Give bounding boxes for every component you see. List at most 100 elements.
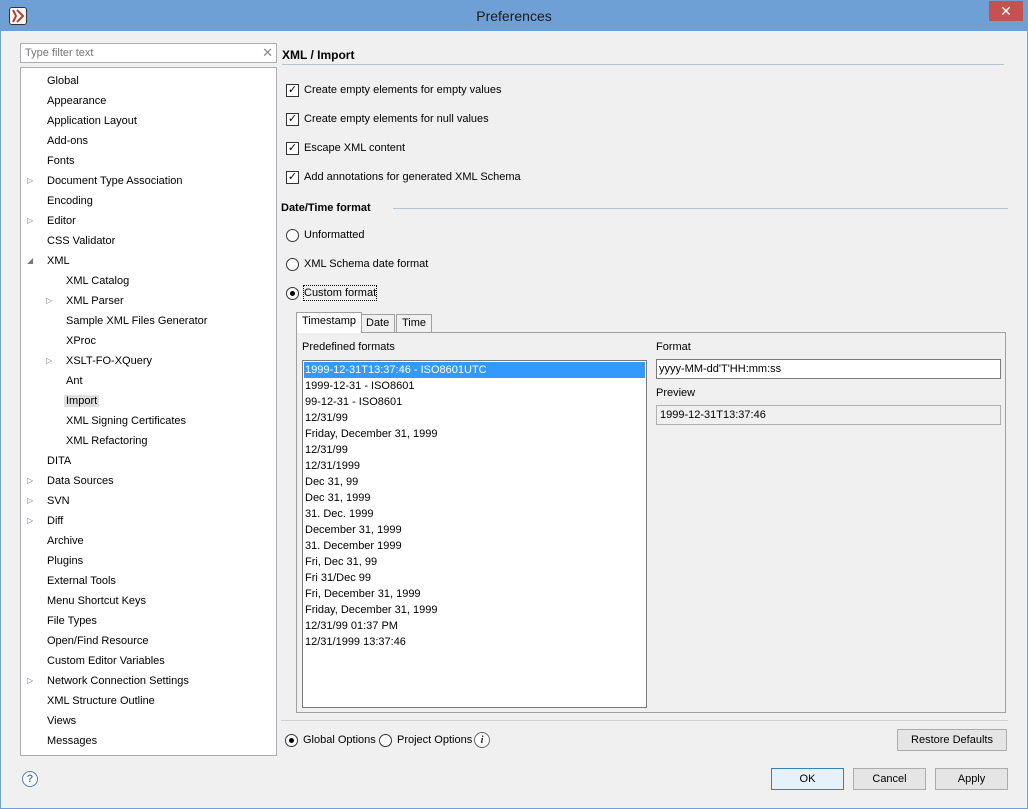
- list-item[interactable]: Dec 31, 99: [304, 474, 645, 490]
- tree-item[interactable]: Ant: [64, 372, 85, 390]
- collapsed-arrow-icon[interactable]: ▷: [27, 172, 33, 190]
- apply-button[interactable]: Apply: [935, 768, 1008, 790]
- info-icon[interactable]: i: [474, 732, 490, 748]
- ok-button[interactable]: OK: [771, 768, 844, 790]
- tree-item[interactable]: CSS Validator: [45, 232, 117, 250]
- list-item[interactable]: Fri, Dec 31, 99: [304, 554, 645, 570]
- tree-item-label: XSLT-FO-XQuery: [66, 355, 152, 367]
- list-item[interactable]: 99-12-31 - ISO8601: [304, 394, 645, 410]
- filter-box[interactable]: ✕: [20, 43, 277, 63]
- title-bar[interactable]: Preferences ✕: [1, 1, 1027, 31]
- tree-item[interactable]: Editor ▷: [27, 212, 78, 230]
- tree-item[interactable]: Sample XML Files Generator: [64, 312, 209, 330]
- tree-item[interactable]: File Types: [45, 612, 99, 630]
- tree-item-label: Network Connection Settings: [47, 675, 189, 687]
- list-item[interactable]: 12/31/99: [304, 442, 645, 458]
- tree-item[interactable]: Appearance: [45, 92, 108, 110]
- checkbox[interactable]: ✓: [286, 171, 299, 184]
- list-item[interactable]: 31. December 1999: [304, 538, 645, 554]
- predefined-formats-list[interactable]: 1999-12-31T13:37:46 - ISO8601UTC 1999-12-…: [302, 360, 647, 708]
- tree-item[interactable]: Views: [45, 712, 78, 730]
- format-field[interactable]: [656, 359, 1001, 379]
- collapsed-arrow-icon[interactable]: ▷: [27, 472, 33, 490]
- format-input[interactable]: [657, 360, 1000, 378]
- tree-item[interactable]: Encoding: [45, 192, 95, 210]
- tree-item[interactable]: External Tools: [45, 572, 118, 590]
- tree-item[interactable]: Diff ▷: [27, 512, 65, 530]
- tree-item[interactable]: DITA: [45, 452, 73, 470]
- radio-button[interactable]: [286, 229, 299, 242]
- filter-input[interactable]: [23, 45, 253, 61]
- tree-item[interactable]: XML Structure Outline: [45, 692, 157, 710]
- tree-item[interactable]: XML Signing Certificates: [64, 412, 188, 430]
- tree-item[interactable]: Archive: [45, 532, 86, 550]
- list-item[interactable]: 12/31/99 01:37 PM: [304, 618, 645, 634]
- collapsed-arrow-icon[interactable]: ▷: [27, 672, 33, 690]
- help-icon[interactable]: ?: [22, 771, 38, 787]
- tree-item[interactable]: Fonts: [45, 152, 77, 170]
- preferences-tree[interactable]: Global Appearance Application Layout Add-on…: [20, 67, 277, 756]
- tree-item[interactable]: XProc: [64, 332, 98, 350]
- cancel-button[interactable]: Cancel: [853, 768, 926, 790]
- tree-item[interactable]: Document Type Association ▷: [27, 172, 185, 190]
- tree-item[interactable]: XML Catalog: [64, 272, 131, 290]
- global-options-radio-dot[interactable]: [285, 734, 298, 747]
- tree-item[interactable]: SVN ▷: [27, 492, 72, 510]
- close-button[interactable]: ✕: [989, 1, 1023, 21]
- collapsed-arrow-icon[interactable]: ▷: [27, 512, 33, 530]
- tree-item[interactable]: XML Parser ▷: [46, 292, 126, 310]
- tree-item[interactable]: Global: [45, 72, 81, 90]
- tree-item[interactable]: Messages: [45, 732, 99, 750]
- tree-item[interactable]: Plugins: [45, 552, 85, 570]
- tab-time[interactable]: Time: [396, 314, 433, 333]
- list-item[interactable]: December 31, 1999: [304, 522, 645, 538]
- list-item[interactable]: Fri 31/Dec 99: [304, 570, 645, 586]
- list-item[interactable]: 1999-12-31 - ISO8601: [304, 378, 645, 394]
- list-item[interactable]: Friday, December 31, 1999: [304, 602, 645, 618]
- list-item[interactable]: Dec 31, 1999: [304, 490, 645, 506]
- tree-item-label: Document Type Association: [47, 175, 183, 187]
- tree-item[interactable]: Application Layout: [45, 112, 139, 130]
- datetime-section-title: Date/Time format: [281, 202, 371, 214]
- checkbox-label: Create empty elements for null values: [304, 113, 489, 125]
- predefined-formats-label: Predefined formats: [302, 341, 395, 353]
- tree-item[interactable]: Open/Find Resource: [45, 632, 151, 650]
- window-title: Preferences: [476, 8, 552, 24]
- collapsed-arrow-icon[interactable]: ▷: [27, 492, 33, 510]
- list-item[interactable]: 1999-12-31T13:37:46 - ISO8601UTC: [304, 362, 645, 378]
- dialog-client: ✕ Global Appearance Application Layout Add-…: [8, 31, 1020, 803]
- collapsed-arrow-icon[interactable]: ▷: [46, 352, 52, 370]
- list-item[interactable]: Fri, December 31, 1999: [304, 586, 645, 602]
- clear-filter-icon[interactable]: ✕: [262, 45, 273, 61]
- tree-item[interactable]: Import: [64, 392, 100, 410]
- tree-item[interactable]: Network Connection Settings ▷: [27, 672, 191, 690]
- list-item[interactable]: 12/31/99: [304, 410, 645, 426]
- collapsed-arrow-icon[interactable]: ▷: [27, 212, 33, 230]
- tree-item[interactable]: XML ◢: [27, 252, 72, 270]
- tree-item[interactable]: Custom Editor Variables: [45, 652, 167, 670]
- tree-item[interactable]: XSLT-FO-XQuery ▷: [46, 352, 154, 370]
- title-divider: [282, 64, 1004, 65]
- project-options-radio-dot[interactable]: [379, 734, 392, 747]
- collapsed-arrow-icon[interactable]: ▷: [46, 292, 52, 310]
- expanded-arrow-icon[interactable]: ◢: [27, 252, 33, 270]
- tab-date[interactable]: Date: [360, 314, 396, 333]
- tree-item[interactable]: Add-ons: [45, 132, 90, 150]
- list-item[interactable]: 12/31/1999: [304, 458, 645, 474]
- radio-button[interactable]: [286, 287, 299, 300]
- tree-item[interactable]: Menu Shortcut Keys: [45, 592, 148, 610]
- tree-item-label: Archive: [47, 535, 84, 547]
- tree-item[interactable]: XML Refactoring: [64, 432, 150, 450]
- radio-button[interactable]: [286, 258, 299, 271]
- checkbox[interactable]: ✓: [286, 113, 299, 126]
- tab-timestamp[interactable]: Timestamp: [296, 312, 362, 333]
- list-item[interactable]: 12/31/1999 13:37:46: [304, 634, 645, 650]
- tree-item[interactable]: Data Sources ▷: [27, 472, 116, 490]
- list-item[interactable]: 31. Dec. 1999: [304, 506, 645, 522]
- restore-defaults-button[interactable]: Restore Defaults: [897, 729, 1007, 751]
- checkbox[interactable]: ✓: [286, 142, 299, 155]
- format-label: Format: [656, 341, 691, 353]
- list-item[interactable]: Friday, December 31, 1999: [304, 426, 645, 442]
- tree-item-label: Menu Shortcut Keys: [47, 595, 147, 607]
- checkbox[interactable]: ✓: [286, 84, 299, 97]
